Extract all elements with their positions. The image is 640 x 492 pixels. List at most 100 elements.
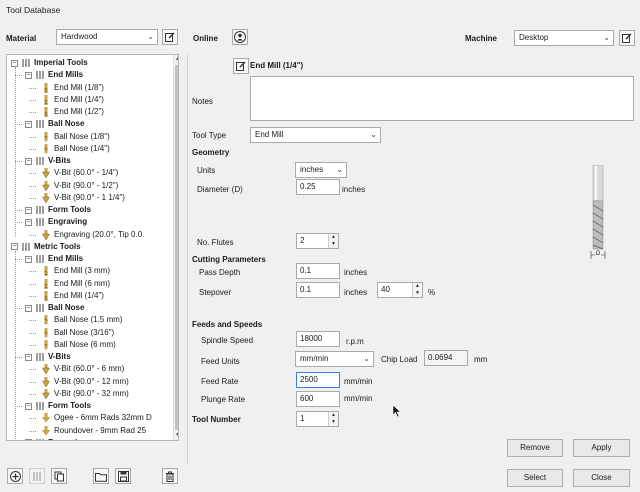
flutes-stepper[interactable]: 2 ▲ ▼: [296, 233, 339, 249]
online-account-button[interactable]: [232, 29, 248, 45]
tree-tool-row[interactable]: Ball Nose (1.5 mm): [39, 314, 122, 326]
spin-up-icon[interactable]: ▲: [329, 234, 338, 241]
tree-group-row[interactable]: − Form Tools: [25, 204, 91, 216]
tool-number-value: 1: [300, 414, 305, 423]
stepover-percent-unit: %: [428, 288, 436, 297]
tree-tool-row[interactable]: V-Bit (90.0° - 1/2"): [39, 180, 118, 192]
tool-type-select[interactable]: End Mill ⌄: [250, 127, 381, 143]
tree-group-row[interactable]: − Engraving: [25, 437, 87, 440]
tree-connector: [29, 332, 36, 334]
delete-tool-button[interactable]: [162, 468, 178, 484]
collapse-toggle-icon[interactable]: −: [25, 157, 32, 165]
tree-group-row[interactable]: − Metric Tools: [11, 241, 81, 253]
feed-units-select[interactable]: mm/min ⌄: [295, 351, 374, 367]
material-select[interactable]: Hardwood ⌄: [56, 29, 158, 45]
collapse-toggle-icon[interactable]: −: [25, 255, 32, 263]
scroll-up-icon[interactable]: ▲: [174, 55, 178, 63]
spindle-speed-input[interactable]: 18000: [296, 331, 340, 347]
tree-tool-row[interactable]: V-Bit (60.0° - 1/4"): [39, 167, 118, 179]
collapse-toggle-icon[interactable]: −: [11, 243, 18, 251]
stepover-percent-spin[interactable]: ▲ ▼: [412, 283, 422, 297]
plunge-rate-input[interactable]: 600: [296, 391, 340, 407]
tree-tool-row[interactable]: V-Bit (90.0° - 1 1/4"): [39, 192, 125, 204]
tree-tool-row[interactable]: Ball Nose (6 mm): [39, 339, 116, 351]
scroll-down-icon[interactable]: ▼: [174, 431, 178, 439]
collapse-toggle-icon[interactable]: −: [25, 120, 32, 128]
tree-item-label: V-Bit (90.0° - 12 mm): [54, 376, 129, 386]
stepover-input[interactable]: 0.1: [296, 282, 340, 298]
tool-number-spin[interactable]: ▲ ▼: [328, 412, 338, 426]
tree-scrollbar[interactable]: ▲ ▼: [173, 55, 178, 440]
tree-tool-row[interactable]: End Mill (6 mm): [39, 278, 110, 290]
tree-tool-row[interactable]: End Mill (1/8"): [39, 82, 104, 94]
tree-tool-row[interactable]: V-Bit (60.0° - 6 mm): [39, 363, 124, 375]
chip-load-value: 0.0694: [424, 350, 468, 366]
collapse-toggle-icon[interactable]: −: [25, 71, 32, 79]
machine-select[interactable]: Desktop ⌄: [514, 30, 614, 46]
tree-group-row[interactable]: − Imperial Tools: [11, 57, 88, 69]
diameter-dimension-label: D: [595, 251, 602, 257]
pass-depth-input[interactable]: 0.1: [296, 263, 340, 279]
tool-tree[interactable]: − Imperial Tools − End Mills End Mill (1/8")…: [6, 54, 179, 441]
tree-connector: [15, 75, 22, 77]
close-button[interactable]: Close: [573, 469, 630, 487]
apply-button[interactable]: Apply: [573, 439, 630, 457]
tree-tool-row[interactable]: Ogee - 6mm Rads 32mm D: [39, 412, 152, 424]
spin-up-icon[interactable]: ▲: [413, 283, 422, 290]
edit-tool-button[interactable]: [233, 58, 249, 74]
tree-group-row[interactable]: − Form Tools: [25, 400, 91, 412]
mouse-cursor-icon: [392, 404, 402, 418]
open-database-button[interactable]: [93, 468, 109, 484]
tree-connector: [29, 185, 36, 187]
scrollbar-thumb[interactable]: [175, 65, 178, 430]
tree-group-row[interactable]: − V-Bits: [25, 155, 71, 167]
tree-group-row[interactable]: − End Mills: [25, 69, 83, 81]
tree-group-row[interactable]: − End Mills: [25, 253, 83, 265]
tree-tool-row[interactable]: End Mill (1/2"): [39, 106, 104, 118]
tree-group-row[interactable]: − Engraving: [25, 216, 87, 228]
flutes-spin[interactable]: ▲ ▼: [328, 234, 338, 248]
remove-button[interactable]: Remove: [507, 439, 563, 457]
spin-down-icon[interactable]: ▼: [329, 241, 338, 248]
tree-tool-row[interactable]: V-Bit (90.0° - 32 mm): [39, 388, 129, 400]
collapse-toggle-icon[interactable]: −: [11, 59, 18, 67]
collapse-toggle-icon[interactable]: −: [25, 206, 32, 214]
tree-tool-row[interactable]: Engraving (20.0°, Tip 0.0: [39, 229, 142, 241]
collapse-toggle-icon[interactable]: −: [25, 218, 32, 226]
end-mill-icon: [44, 107, 48, 117]
select-button[interactable]: Select: [507, 469, 563, 487]
tree-group-row[interactable]: − V-Bits: [25, 351, 71, 363]
units-select[interactable]: inches ⌄: [295, 162, 347, 178]
edit-material-button[interactable]: [162, 29, 178, 45]
tree-group-row[interactable]: − Ball Nose: [25, 302, 84, 314]
diameter-input[interactable]: 0.25: [296, 179, 340, 195]
spin-up-icon[interactable]: ▲: [329, 412, 338, 419]
tool-number-stepper[interactable]: 1 ▲ ▼: [296, 411, 339, 427]
spin-down-icon[interactable]: ▼: [413, 290, 422, 297]
save-database-button[interactable]: [115, 468, 131, 484]
edit-machine-button[interactable]: [619, 30, 635, 46]
copy-tool-button[interactable]: [51, 468, 67, 484]
tree-tool-row[interactable]: End Mill (1/4"): [39, 94, 104, 106]
tree-tool-row[interactable]: Ball Nose (3/16"): [39, 327, 114, 339]
collapse-toggle-icon[interactable]: −: [25, 353, 32, 361]
tree-tool-row[interactable]: End Mill (3 mm): [39, 265, 110, 277]
add-tool-button[interactable]: [7, 468, 23, 484]
collapse-toggle-icon[interactable]: −: [25, 304, 32, 312]
tree-tool-row[interactable]: Ball Nose (1/4"): [39, 143, 110, 155]
tree-tool-row[interactable]: Ball Nose (1/8"): [39, 131, 110, 143]
collapse-toggle-icon[interactable]: −: [25, 402, 32, 410]
tree-tool-row[interactable]: Roundover - 9mm Rad 25: [39, 425, 146, 437]
flutes-value: 2: [300, 236, 305, 245]
feed-rate-input[interactable]: 2500: [296, 372, 340, 388]
stepover-percent-stepper[interactable]: 40 ▲ ▼: [377, 282, 423, 298]
spin-down-icon[interactable]: ▼: [329, 419, 338, 426]
tree-item-label: End Mill (6 mm): [54, 278, 111, 288]
tree-group-row[interactable]: − Ball Nose: [25, 118, 84, 130]
tree-tool-row[interactable]: V-Bit (90.0° - 12 mm): [39, 376, 129, 388]
notes-field[interactable]: [250, 76, 634, 121]
new-group-button[interactable]: [29, 468, 45, 484]
edit-icon: [236, 61, 246, 71]
tree-tool-row[interactable]: End Mill (1/4"): [39, 290, 104, 302]
collapse-toggle-icon[interactable]: −: [25, 439, 32, 440]
